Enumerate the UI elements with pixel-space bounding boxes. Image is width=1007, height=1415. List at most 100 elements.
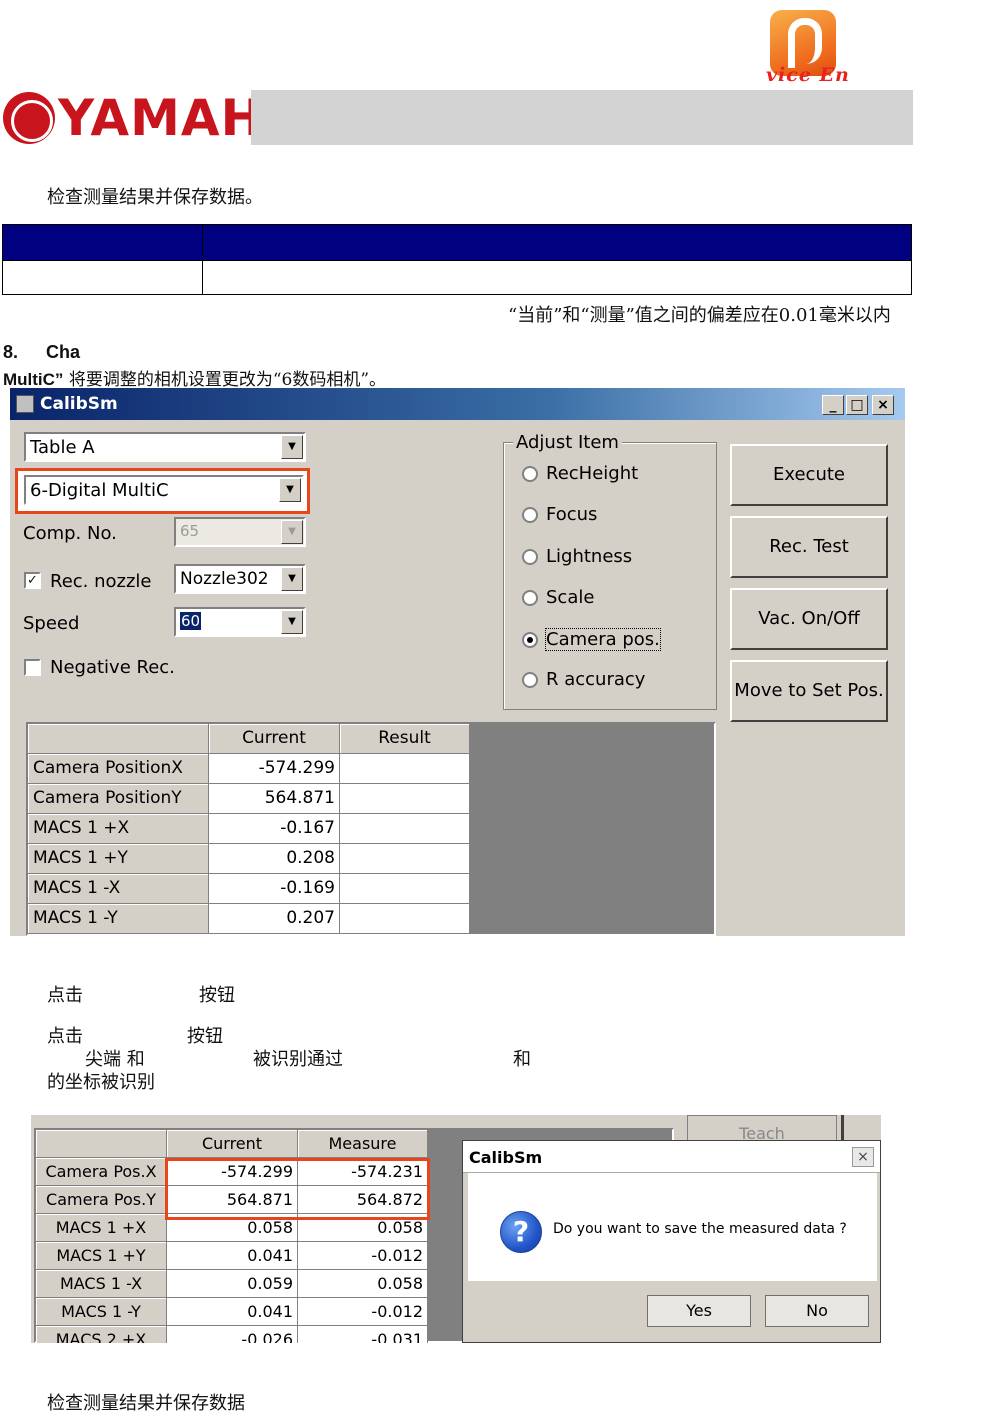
dialog-title: CalibSm xyxy=(469,1148,543,1167)
yamaha-emblem-icon xyxy=(3,92,55,144)
grid-row-result[interactable] xyxy=(340,844,470,874)
radio-lightness[interactable] xyxy=(522,549,538,565)
grid-row-result[interactable] xyxy=(340,784,470,814)
grid-row-result[interactable] xyxy=(340,754,470,784)
minimize-button[interactable]: _ xyxy=(822,395,844,415)
grid-row-current[interactable]: -574.299 xyxy=(209,754,340,784)
grid-row-label: MACS 1 -Y xyxy=(36,1298,167,1326)
maximize-button[interactable]: □ xyxy=(846,395,868,415)
grid-row-current[interactable]: 0.041 xyxy=(167,1298,298,1326)
grid-row-current[interactable]: -0.167 xyxy=(209,814,340,844)
step-title: Cha xyxy=(46,342,81,362)
table-select-value: Table A xyxy=(30,437,95,458)
no-button[interactable]: No xyxy=(765,1295,869,1327)
grid-row-label: Camera Pos.X xyxy=(36,1158,167,1186)
scroll-edge xyxy=(841,1115,844,1143)
grid-row-measure[interactable]: 0.058 xyxy=(298,1270,428,1298)
radio-r-accuracy-label: R accuracy xyxy=(546,669,646,690)
instruction-save-data: 检查测量结果并保存数据。 xyxy=(47,187,263,208)
grid-row-label: Camera PositionY xyxy=(28,784,209,814)
radio-recheight-label: RecHeight xyxy=(546,463,639,484)
grid-corner xyxy=(36,1130,167,1158)
dialog-body: ? Do you want to save the measured data … xyxy=(468,1173,877,1281)
step-description: MultiC” 将要调整的相机设置更改为“6数码相机”。 xyxy=(3,365,386,390)
click-instruction-2b: 按钮 xyxy=(187,1026,223,1047)
window-title: CalibSm xyxy=(40,394,118,414)
yes-button[interactable]: Yes xyxy=(647,1295,751,1327)
adjust-item-label: Adjust Item xyxy=(513,432,622,453)
calibsm-window: CalibSm _ □ × Table A ▼ 6-Digital MultiC… xyxy=(10,388,905,936)
grid-row-measure[interactable]: -0.012 xyxy=(298,1242,428,1270)
teach-button[interactable]: Teach xyxy=(687,1115,837,1143)
speed-label: Speed xyxy=(23,613,80,634)
radio-r-accuracy[interactable] xyxy=(522,672,538,688)
step-number: 8. xyxy=(3,342,19,362)
result-grid: Current Result Camera PositionX -574.299… xyxy=(26,722,716,936)
execute-button[interactable]: Execute xyxy=(730,444,888,506)
grid-row-current[interactable]: 0.208 xyxy=(209,844,340,874)
deviation-note: “当前”和“测量”值之间的偏差应在0.01毫米以内 xyxy=(508,305,891,326)
grid-row-current[interactable]: 0.207 xyxy=(209,904,340,934)
table-select[interactable]: Table A ▼ xyxy=(24,432,306,462)
comp-no-value: 65 xyxy=(180,522,200,540)
grid-row-current[interactable]: -0.026 xyxy=(167,1326,298,1343)
close-icon[interactable]: × xyxy=(852,1147,874,1167)
grid-header-measure: Measure xyxy=(298,1130,428,1158)
footer-instruction: 检查测量结果并保存数据 xyxy=(47,1393,245,1414)
grid-header-result: Result xyxy=(340,724,470,754)
radio-focus-label: Focus xyxy=(546,504,598,525)
grid-row-result[interactable] xyxy=(340,814,470,844)
radio-camera-pos-label: Camera pos. xyxy=(545,628,661,651)
grid-row-current[interactable]: 564.871 xyxy=(209,784,340,814)
grid-row-result[interactable] xyxy=(340,904,470,934)
chevron-down-icon[interactable]: ▼ xyxy=(281,435,303,459)
grid-row-label: MACS 1 -X xyxy=(28,874,209,904)
rec-nozzle-checkbox[interactable]: ✓ xyxy=(24,572,41,589)
chevron-down-icon[interactable]: ▼ xyxy=(281,567,303,591)
nozzle-select-value: Nozzle302 xyxy=(180,569,269,589)
grid-header-current: Current xyxy=(209,724,340,754)
close-button[interactable]: × xyxy=(872,395,894,415)
chevron-down-icon[interactable]: ▼ xyxy=(279,478,301,502)
negative-rec-checkbox[interactable] xyxy=(24,659,41,676)
grid-row-label: MACS 1 +X xyxy=(36,1214,167,1242)
click-instruction-1a: 点击 xyxy=(47,985,83,1006)
grid-row-label: Camera PositionX xyxy=(28,754,209,784)
header-band xyxy=(251,90,913,145)
camera-pos-highlight xyxy=(165,1158,430,1220)
grid-header-current: Current xyxy=(167,1130,298,1158)
tip-line-c: 和 xyxy=(513,1049,531,1070)
negative-rec-label: Negative Rec. xyxy=(50,657,175,678)
chevron-down-icon[interactable]: ▼ xyxy=(281,610,303,634)
grid-row-label: Camera Pos.Y xyxy=(36,1186,167,1214)
grid-row-current[interactable]: -0.169 xyxy=(209,874,340,904)
grid-row-label: MACS 1 +X xyxy=(28,814,209,844)
grid-row-current[interactable]: 0.059 xyxy=(167,1270,298,1298)
spec-table-header xyxy=(3,225,911,260)
nozzle-select[interactable]: Nozzle302 ▼ xyxy=(174,564,306,594)
comp-no-label: Comp. No. xyxy=(23,523,117,544)
comp-no-select[interactable]: 65 ▼ xyxy=(174,517,306,547)
radio-recheight[interactable] xyxy=(522,466,538,482)
vac-on-off-button[interactable]: Vac. On/Off xyxy=(730,588,888,650)
grid-row-label: MACS 1 +Y xyxy=(36,1242,167,1270)
move-to-set-pos-button[interactable]: Move to Set Pos. xyxy=(730,660,888,722)
radio-scale[interactable] xyxy=(522,590,538,606)
dialog-titlebar: CalibSm × xyxy=(463,1141,880,1173)
grid-row-label: MACS 1 -X xyxy=(36,1270,167,1298)
speed-select[interactable]: 60 ▼ xyxy=(174,607,306,637)
grid-row-measure[interactable]: -0.012 xyxy=(298,1298,428,1326)
rec-test-button[interactable]: Rec. Test xyxy=(730,516,888,578)
brand-logo-text: vice En xyxy=(766,64,850,86)
grid-row-measure[interactable]: -0.031 xyxy=(298,1326,428,1343)
radio-lightness-label: Lightness xyxy=(546,546,633,567)
chevron-down-icon[interactable]: ▼ xyxy=(281,520,303,544)
save-dialog: CalibSm × ? Do you want to save the meas… xyxy=(462,1140,881,1343)
grid-row-result[interactable] xyxy=(340,874,470,904)
radio-camera-pos[interactable] xyxy=(522,632,538,648)
click-instruction-1b: 按钮 xyxy=(199,985,235,1006)
speed-select-value: 60 xyxy=(180,612,202,630)
grid-row-current[interactable]: 0.041 xyxy=(167,1242,298,1270)
radio-focus[interactable] xyxy=(522,507,538,523)
camera-select[interactable]: 6-Digital MultiC ▼ xyxy=(24,475,304,505)
